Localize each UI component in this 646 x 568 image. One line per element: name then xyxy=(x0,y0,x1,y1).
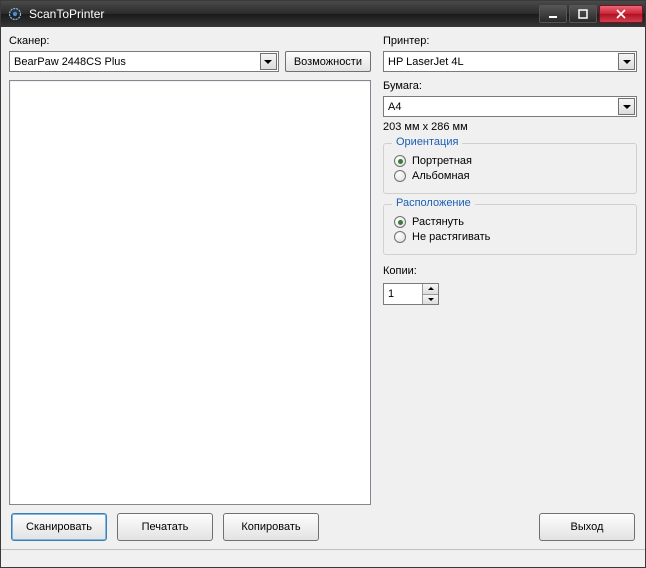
paper-select[interactable]: A4 xyxy=(383,96,637,117)
printer-value: HP LaserJet 4L xyxy=(388,56,464,68)
placement-stretch-label: Растянуть xyxy=(412,216,464,228)
preview-area xyxy=(9,80,371,505)
chevron-down-icon xyxy=(618,98,635,115)
radio-icon xyxy=(394,170,406,182)
minimize-button[interactable] xyxy=(539,5,567,23)
placement-legend: Расположение xyxy=(392,197,475,209)
radio-icon xyxy=(394,231,406,243)
right-column: Принтер: HP LaserJet 4L Бумага: A4 203 м… xyxy=(383,33,637,505)
paper-dimensions: 203 мм x 286 мм xyxy=(383,121,637,133)
copies-spinner[interactable]: 1 xyxy=(383,283,439,305)
exit-button[interactable]: Выход xyxy=(539,513,635,541)
printer-label: Принтер: xyxy=(383,35,637,47)
placement-stretch-row[interactable]: Растянуть xyxy=(394,216,626,228)
placement-group: Расположение Растянуть Не растягивать xyxy=(383,204,637,255)
orientation-landscape-row[interactable]: Альбомная xyxy=(394,170,626,182)
scan-button[interactable]: Сканировать xyxy=(11,513,107,541)
titlebar: ScanToPrinter xyxy=(1,1,645,27)
spinner-down-icon[interactable] xyxy=(423,295,438,305)
chevron-down-icon xyxy=(260,53,277,70)
bottom-button-row: Сканировать Печатать Копировать Выход xyxy=(9,505,637,543)
radio-icon xyxy=(394,216,406,228)
scanner-select[interactable]: BearPaw 2448CS Plus xyxy=(9,51,279,72)
printer-select[interactable]: HP LaserJet 4L xyxy=(383,51,637,72)
capabilities-button[interactable]: Возможности xyxy=(285,51,371,72)
orientation-portrait-label: Портретная xyxy=(412,155,472,167)
scanner-label: Сканер: xyxy=(9,35,371,47)
window-controls xyxy=(539,5,643,23)
client-area: Сканер: BearPaw 2448CS Plus Возможности … xyxy=(1,27,645,549)
scanner-row: BearPaw 2448CS Plus Возможности xyxy=(9,51,371,72)
left-column: Сканер: BearPaw 2448CS Plus Возможности xyxy=(9,33,371,505)
main-window: ScanToPrinter Сканер: BearPaw 2448CS Plu… xyxy=(0,0,646,568)
content-row: Сканер: BearPaw 2448CS Plus Возможности … xyxy=(9,33,637,505)
app-icon xyxy=(7,6,23,22)
spinner-up-icon[interactable] xyxy=(423,284,438,295)
copies-row: 1 xyxy=(383,283,637,305)
print-button[interactable]: Печатать xyxy=(117,513,213,541)
close-button[interactable] xyxy=(599,5,643,23)
maximize-button[interactable] xyxy=(569,5,597,23)
orientation-landscape-label: Альбомная xyxy=(412,170,470,182)
scanner-value: BearPaw 2448CS Plus xyxy=(14,56,126,68)
copies-value: 1 xyxy=(384,284,422,304)
radio-icon xyxy=(394,155,406,167)
spinner-buttons xyxy=(422,284,438,304)
status-bar xyxy=(1,549,645,567)
placement-nostretch-row[interactable]: Не растягивать xyxy=(394,231,626,243)
paper-label: Бумага: xyxy=(383,80,637,92)
orientation-legend: Ориентация xyxy=(392,136,462,148)
orientation-group: Ориентация Портретная Альбомная xyxy=(383,143,637,194)
copy-button[interactable]: Копировать xyxy=(223,513,319,541)
window-title: ScanToPrinter xyxy=(29,7,539,21)
placement-nostretch-label: Не растягивать xyxy=(412,231,490,243)
paper-value: A4 xyxy=(388,101,401,113)
chevron-down-icon xyxy=(618,53,635,70)
copies-label: Копии: xyxy=(383,265,637,277)
orientation-portrait-row[interactable]: Портретная xyxy=(394,155,626,167)
